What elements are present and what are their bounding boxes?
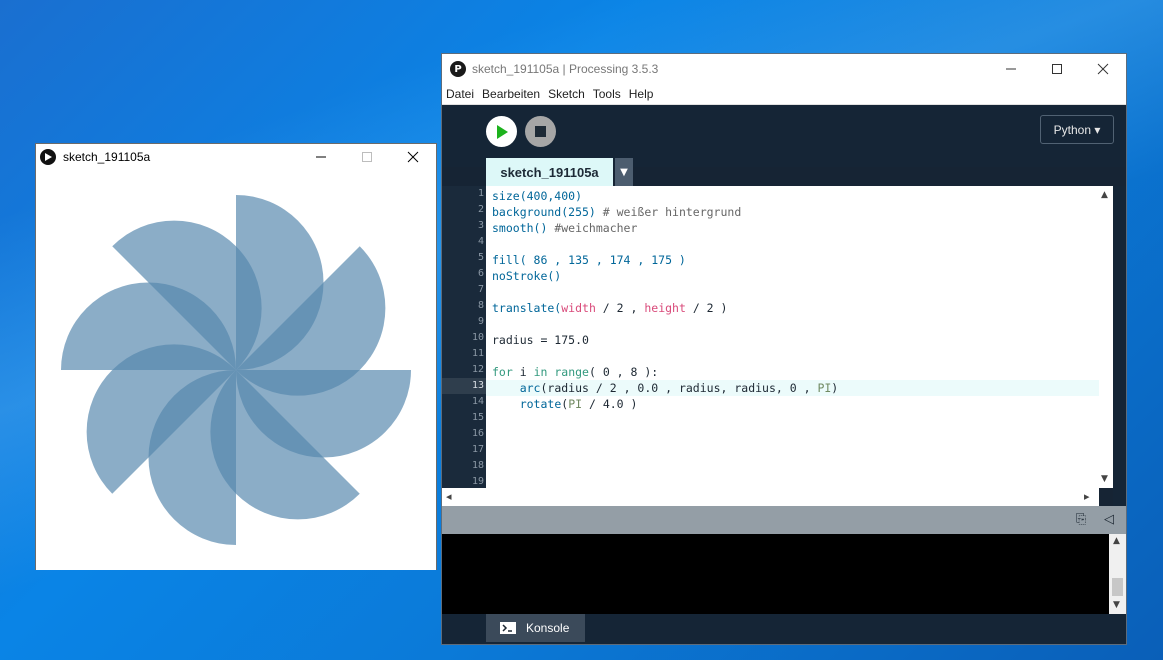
line-number: 3 (477, 220, 484, 231)
line-number: 7 (477, 284, 484, 295)
code-line-10: radius = 175.0 (492, 333, 589, 347)
code-line-1: size(400,400) (492, 189, 583, 203)
editor-vertical-scrollbar[interactable]: ▲ ▼ (1099, 186, 1113, 488)
code-line-3: smooth() #weichmacher (492, 221, 638, 235)
code-line-14: rotate(PI / 4.0 ) (519, 397, 638, 411)
ide-minimize-button[interactable] (988, 54, 1034, 84)
terminal-icon (500, 622, 516, 634)
scroll-up-icon[interactable]: ▲ (1101, 190, 1108, 200)
menu-sketch[interactable]: Sketch (544, 87, 589, 101)
line-number: 15 (471, 412, 484, 423)
scroll-up-icon[interactable]: ▲ (1113, 536, 1120, 546)
menu-bar: Datei Bearbeiten Sketch Tools Help (442, 84, 1126, 105)
processing-logo-icon: P (450, 61, 466, 77)
close-icon (407, 151, 419, 163)
collapse-console-icon[interactable]: ◁ (1104, 512, 1114, 527)
console-tab[interactable]: Konsole (486, 614, 585, 642)
scroll-left-icon[interactable]: ◂ (446, 490, 452, 503)
tab-bar: sketch_191105a ▼ (442, 158, 1126, 186)
console-scrollbar[interactable]: ▲ ▼ (1109, 534, 1126, 614)
line-number: 2 (477, 204, 484, 215)
chevron-down-icon: ▼ (620, 166, 628, 178)
code-line-13: arc(radius / 2 , 0.0 , radius, radius, 0… (486, 380, 1099, 396)
play-app-icon (40, 149, 56, 165)
line-number: 8 (477, 300, 484, 311)
ide-maximize-button[interactable] (1034, 54, 1080, 84)
code-line-2: background(255) # weißer hintergrund (492, 205, 742, 219)
line-number-current: 13 (442, 378, 486, 394)
tab-sketch[interactable]: sketch_191105a (486, 158, 613, 186)
line-number: 1 (477, 188, 484, 199)
minimize-button[interactable] (298, 144, 344, 170)
line-number: 4 (477, 236, 484, 247)
code-line-12: for i in range( 0 , 8 ): (492, 365, 659, 379)
console-tab-label: Konsole (526, 621, 570, 635)
scrollbar-thumb[interactable] (1112, 578, 1123, 596)
line-number: 14 (471, 396, 484, 407)
ide-titlebar[interactable]: P sketch_191105a | Processing 3.5.3 (442, 54, 1126, 84)
code-line-8: translate(width / 2 , height / 2 ) (492, 301, 728, 315)
code-editor[interactable]: size(400,400) background(255) # weißer h… (486, 186, 1099, 488)
maximize-icon (362, 152, 372, 162)
close-button[interactable] (390, 144, 436, 170)
line-number-gutter: 1 2 3 4 5 6 7 8 9 10 11 12 13 14 15 16 1… (442, 186, 486, 488)
run-button[interactable] (486, 116, 517, 147)
menu-help[interactable]: Help (625, 87, 658, 101)
stop-icon (535, 126, 546, 137)
menu-tools[interactable]: Tools (589, 87, 625, 101)
line-number: 12 (471, 364, 484, 375)
minimize-icon (316, 156, 326, 158)
stop-button[interactable] (525, 116, 556, 147)
console-toolbar: ⎘ ◁ (442, 506, 1126, 534)
editor-margin (1113, 186, 1126, 506)
ide-close-button[interactable] (1080, 54, 1126, 84)
line-number: 6 (477, 268, 484, 279)
console-output[interactable]: ▲ ▼ (442, 534, 1126, 614)
scroll-right-icon[interactable]: ▸ (1084, 490, 1090, 503)
tab-menu-button[interactable]: ▼ (615, 158, 633, 186)
sketch-titlebar[interactable]: sketch_191105a (36, 144, 436, 170)
line-number: 18 (471, 460, 484, 471)
line-number: 17 (471, 444, 484, 455)
menu-datei[interactable]: Datei (442, 87, 478, 101)
mode-selector[interactable]: Python ▾ (1040, 115, 1114, 144)
maximize-icon (1052, 64, 1062, 74)
ide-window-title: sketch_191105a | Processing 3.5.3 (472, 62, 659, 76)
sketch-window-title: sketch_191105a (63, 150, 151, 164)
close-icon (1097, 63, 1109, 75)
sketch-canvas (36, 170, 436, 570)
line-number: 10 (471, 332, 484, 343)
scroll-down-icon[interactable]: ▼ (1101, 474, 1108, 484)
menu-bearbeiten[interactable]: Bearbeiten (478, 87, 544, 101)
line-number: 9 (477, 316, 484, 327)
editor-horizontal-scrollbar[interactable]: ◂ ▸ (442, 488, 1099, 506)
line-number: 11 (471, 348, 484, 359)
scroll-down-icon[interactable]: ▼ (1113, 600, 1120, 610)
copy-console-icon[interactable]: ⎘ (1076, 512, 1086, 527)
code-line-5: fill( 86 , 135 , 174 , 175 ) (492, 253, 686, 267)
code-line-6: noStroke() (492, 269, 562, 283)
minimize-icon (1006, 68, 1016, 70)
processing-ide-window: P sketch_191105a | Processing 3.5.3 Date… (441, 53, 1127, 645)
play-icon (496, 124, 508, 139)
line-number: 5 (477, 252, 484, 263)
sketch-window: sketch_191105a (35, 143, 437, 570)
footer-bar: Konsole (442, 614, 1126, 644)
maximize-button (344, 144, 390, 170)
line-number: 16 (471, 428, 484, 439)
